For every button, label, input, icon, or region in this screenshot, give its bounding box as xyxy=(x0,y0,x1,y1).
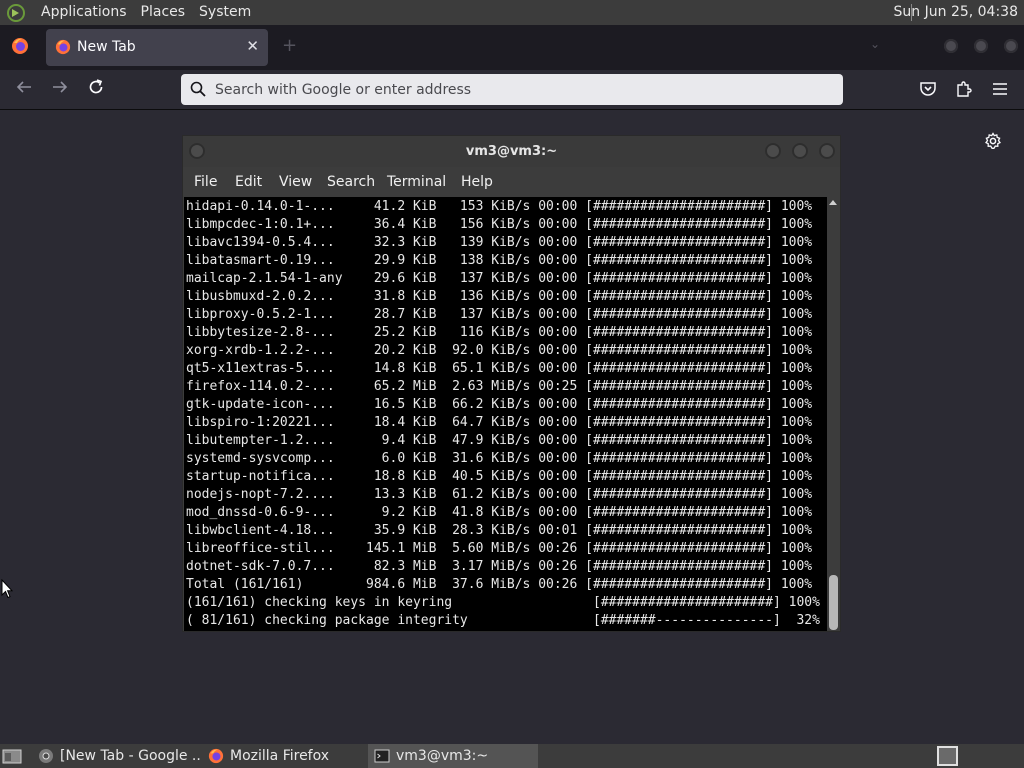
applications-menu[interactable]: Applications xyxy=(34,0,134,25)
distro-logo-icon[interactable] xyxy=(6,3,26,23)
scroll-up-arrow-icon[interactable] xyxy=(829,200,837,205)
chrome-icon xyxy=(39,749,53,763)
menu-edit[interactable]: Edit xyxy=(235,174,262,190)
top-panel: Applications Places System Sun Jun 25, 0… xyxy=(0,0,1024,25)
terminal-title: vm3@vm3:~ xyxy=(465,144,558,159)
back-arrow-icon[interactable] xyxy=(15,78,33,96)
taskbar-item-firefox[interactable]: Mozilla Firefox xyxy=(202,744,366,768)
firefox-icon xyxy=(55,39,71,55)
workspace-switcher[interactable] xyxy=(937,746,958,766)
firefox-icon xyxy=(208,748,224,764)
menu-view[interactable]: View xyxy=(279,174,312,190)
list-all-tabs-button[interactable]: ⌄ xyxy=(870,37,880,51)
taskbar-item-chrome[interactable]: [New Tab - Google ... xyxy=(32,744,200,768)
close-button[interactable] xyxy=(819,143,835,159)
extensions-icon[interactable] xyxy=(955,80,973,98)
minimize-window-button[interactable] xyxy=(944,39,958,53)
terminal-text: hidapi-0.14.0-1-... 41.2 KiB 153 KiB/s 0… xyxy=(186,199,820,628)
taskbar-item-terminal[interactable]: vm3@vm3:~ xyxy=(368,744,538,768)
clock[interactable]: Sun Jun 25, 04:38 xyxy=(894,0,1018,25)
address-bar[interactable] xyxy=(181,74,843,105)
menu-help[interactable]: Help xyxy=(461,174,493,190)
pocket-icon[interactable] xyxy=(919,80,937,98)
task-label: [New Tab - Google ... xyxy=(60,748,200,764)
tab-new-tab[interactable]: New Tab ✕ xyxy=(46,29,268,66)
forward-arrow-icon[interactable] xyxy=(51,78,69,96)
terminal-icon xyxy=(374,749,390,763)
terminal-window[interactable]: vm3@vm3:~ File Edit View Search Terminal… xyxy=(182,135,841,632)
places-menu[interactable]: Places xyxy=(134,0,193,25)
hamburger-menu-icon[interactable] xyxy=(991,80,1009,98)
system-menu[interactable]: System xyxy=(192,0,258,25)
task-label: Mozilla Firefox xyxy=(230,748,330,764)
navigation-toolbar xyxy=(0,70,1024,110)
address-input[interactable] xyxy=(215,74,825,105)
minimize-button[interactable] xyxy=(765,143,781,159)
maximize-window-button[interactable] xyxy=(974,39,988,53)
tab-bar: New Tab ✕ + ⌄ xyxy=(0,25,1024,70)
search-icon xyxy=(190,81,206,97)
firefox-view-icon[interactable] xyxy=(11,37,29,55)
terminal-output[interactable]: hidapi-0.14.0-1-... 41.2 KiB 153 KiB/s 0… xyxy=(184,197,827,631)
gear-icon[interactable] xyxy=(984,132,1002,150)
task-label: vm3@vm3:~ xyxy=(396,748,489,764)
menu-file[interactable]: File xyxy=(194,174,217,190)
menu-search[interactable]: Search xyxy=(327,174,375,190)
terminal-scrollbar[interactable] xyxy=(827,197,840,631)
reload-icon[interactable] xyxy=(87,78,105,96)
terminal-menubar: File Edit View Search Terminal Help xyxy=(183,167,840,197)
close-tab-icon[interactable]: ✕ xyxy=(246,37,259,55)
tab-title: New Tab xyxy=(77,39,136,55)
mouse-pointer-icon xyxy=(1,579,13,599)
scroll-thumb[interactable] xyxy=(829,575,838,630)
show-desktop-icon[interactable] xyxy=(2,748,22,764)
bottom-taskbar: [New Tab - Google ... Mozilla Firefox vm… xyxy=(0,744,1024,768)
close-window-button[interactable] xyxy=(1004,39,1018,53)
new-tab-button[interactable]: + xyxy=(282,35,297,56)
maximize-button[interactable] xyxy=(792,143,808,159)
menu-terminal[interactable]: Terminal xyxy=(387,174,446,190)
terminal-titlebar[interactable]: vm3@vm3:~ xyxy=(183,136,840,167)
